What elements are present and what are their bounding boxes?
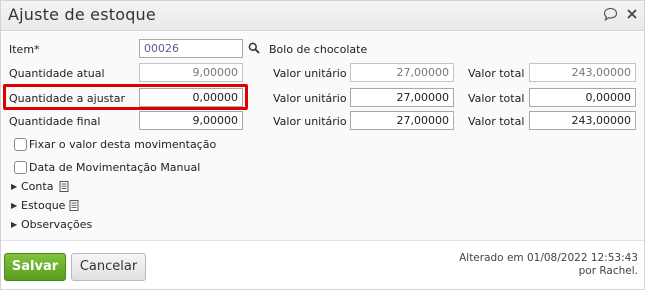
item-description: Bolo de chocolate [269,43,368,56]
observacoes-expand-icon[interactable]: ▶ [11,220,17,229]
quantidade-atual-field: 9,00000 [139,63,243,82]
audit-line-2: por Rachel. [578,265,638,277]
data-manual-checkbox[interactable] [14,161,27,174]
quantidade-atual-label: Quantidade atual [9,67,105,80]
fixar-valor-label: Fixar o valor desta movimentação [29,138,217,151]
quantidade-ajustar-field[interactable]: 0,00000 [139,88,243,107]
conta-note-icon [59,181,69,195]
cancel-button[interactable]: Cancelar [71,253,146,281]
valor-unitario-ajustar-label: Valor unitário [273,92,347,105]
section-conta[interactable]: Conta [21,180,53,193]
valor-total-atual-label: Valor total [468,67,525,80]
item-code-field[interactable]: 00026 [139,39,243,58]
dialog-titlebar: Ajuste de estoque [1,1,644,31]
quantidade-final-field[interactable]: 9,00000 [139,111,243,130]
data-manual-label: Data de Movimentação Manual [29,161,201,174]
valor-unitario-atual-label: Valor unitário [273,67,347,80]
stock-adjustment-dialog: Ajuste de estoque Item* 00026 Bolo de ch… [0,0,645,290]
valor-unitario-ajustar-field[interactable]: 27,00000 [350,88,454,107]
conta-expand-icon[interactable]: ▶ [11,182,17,191]
save-button[interactable]: Salvar [4,253,66,281]
comment-icon[interactable] [603,7,618,24]
valor-unitario-final-field[interactable]: 27,00000 [350,111,454,130]
close-icon[interactable] [627,9,637,22]
item-label: Item* [9,43,40,56]
valor-total-atual-field: 243,00000 [529,63,636,82]
valor-unitario-atual-field: 27,00000 [350,63,454,82]
valor-total-final-field[interactable]: 243,00000 [529,111,636,130]
section-estoque[interactable]: Estoque [21,199,65,212]
search-icon[interactable] [248,42,260,57]
valor-total-final-label: Valor total [468,115,525,128]
audit-info: Alterado em 01/08/2022 12:53:43 por Rach… [459,252,638,278]
valor-total-ajustar-field[interactable]: 0,00000 [529,88,636,107]
quantidade-final-label: Quantidade final [9,115,101,128]
fixar-valor-checkbox[interactable] [14,138,27,151]
section-observacoes[interactable]: Observações [21,218,92,231]
estoque-expand-icon[interactable]: ▶ [11,201,17,210]
audit-line-1: Alterado em 01/08/2022 12:53:43 [459,252,638,264]
valor-total-ajustar-label: Valor total [468,92,525,105]
valor-unitario-final-label: Valor unitário [273,115,347,128]
dialog-title: Ajuste de estoque [8,5,156,24]
quantidade-ajustar-label: Quantidade a ajustar [9,92,125,105]
estoque-note-icon [69,200,79,214]
